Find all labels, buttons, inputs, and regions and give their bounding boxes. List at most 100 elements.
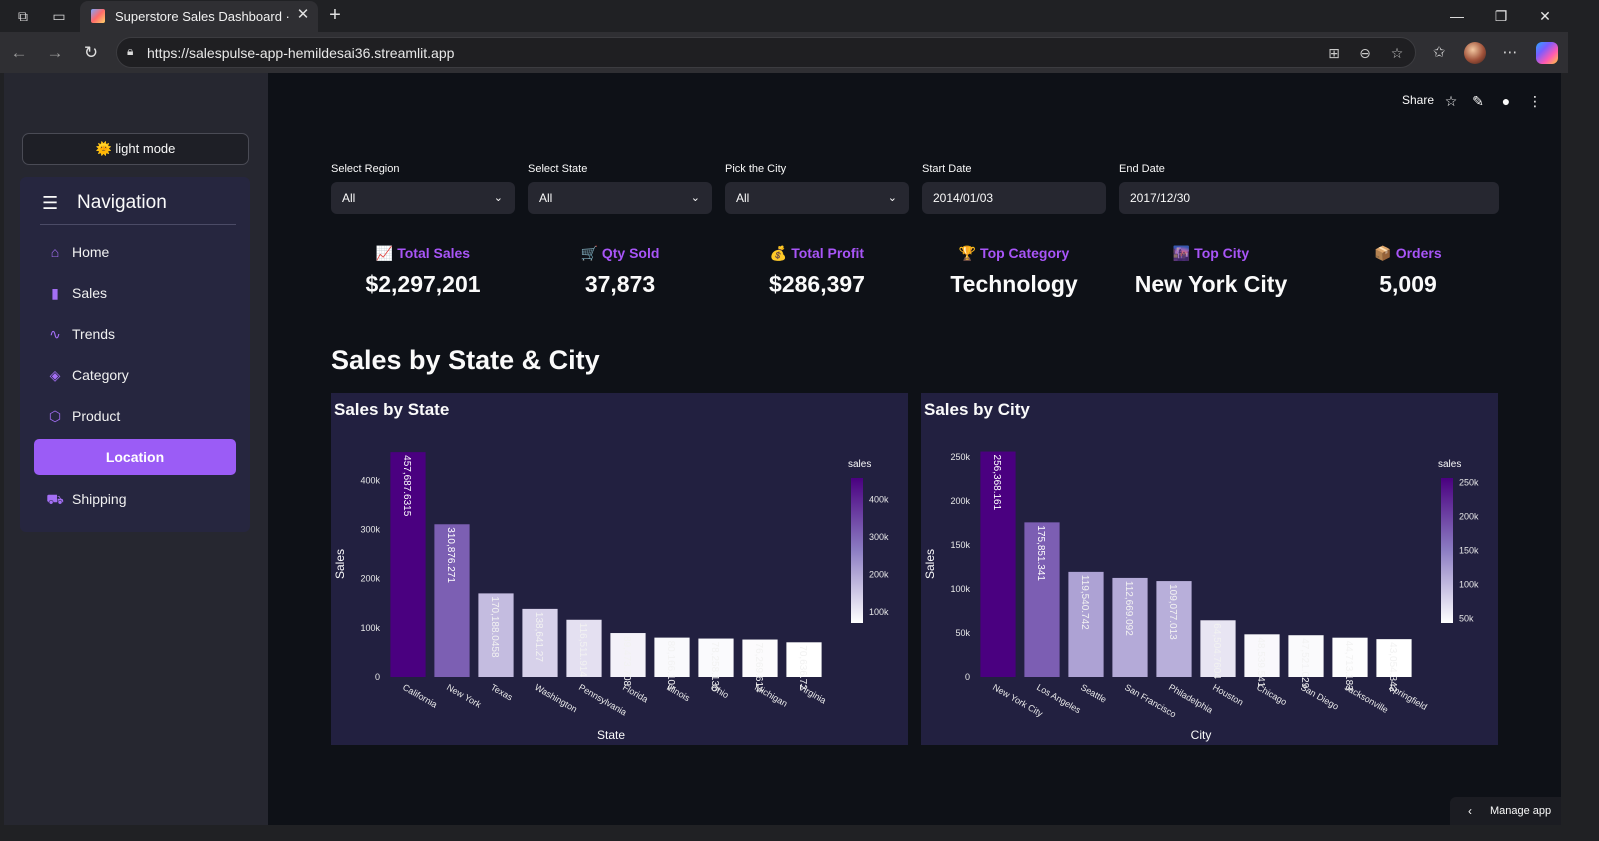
nav-item-location[interactable]: Location bbox=[34, 439, 236, 475]
legend-title: sales bbox=[848, 459, 871, 470]
y-tick-label: 150k bbox=[950, 540, 970, 550]
x-tick-label: California bbox=[401, 682, 439, 710]
home-icon: ⌂ bbox=[50, 244, 60, 260]
kpi-total-profit: 💰 Total Profit $286,397 bbox=[725, 231, 909, 321]
kpi-label: 🌆 Top City bbox=[1172, 245, 1250, 261]
bar-data-label: 310,876.271 bbox=[445, 527, 456, 583]
manage-app-button[interactable]: ‹ Manage app bbox=[1450, 797, 1561, 825]
kpi-value: 37,873 bbox=[584, 271, 656, 297]
y-tick-label: 50k bbox=[955, 628, 970, 638]
nav-item-sales[interactable]: ▮ Sales bbox=[34, 275, 236, 311]
bar-chart-icon: ▮ bbox=[51, 285, 59, 301]
y-tick-label: 100k bbox=[950, 584, 970, 594]
x-tick-label: New York bbox=[445, 682, 483, 710]
state-select[interactable]: All ⌄ bbox=[528, 182, 712, 214]
more-menu-icon[interactable]: ⋯ bbox=[1499, 42, 1521, 64]
github-icon[interactable]: ● bbox=[1496, 91, 1516, 111]
new-tab-button[interactable]: + bbox=[324, 4, 346, 26]
start-date-label: Start Date bbox=[922, 163, 972, 175]
tab-favicon-icon bbox=[91, 9, 105, 23]
browser-tab[interactable]: Superstore Sales Dashboard · Stre ✕ bbox=[80, 1, 318, 32]
legend-tick-label: 200k bbox=[869, 570, 889, 580]
bar-data-label: 89,473.708 bbox=[621, 636, 632, 686]
chevron-down-icon: ⌄ bbox=[887, 192, 897, 204]
nav-item-category[interactable]: ◈ Category bbox=[34, 357, 236, 393]
navigation-title: Navigation bbox=[77, 192, 167, 213]
start-date-input[interactable]: 2014/01/03 bbox=[922, 182, 1106, 214]
bar-data-label: 64,504.7604 bbox=[1211, 623, 1222, 679]
x-tick-label: Texas bbox=[489, 682, 515, 703]
profile-avatar[interactable] bbox=[1464, 42, 1486, 64]
y-tick-label: 0 bbox=[965, 672, 970, 682]
kpi-label: 💰 Total Profit bbox=[769, 245, 865, 261]
nav-item-product[interactable]: ⬡ Product bbox=[34, 398, 236, 434]
x-tick-label: Houston bbox=[1211, 682, 1245, 707]
kebab-menu-icon[interactable]: ⋮ bbox=[1525, 91, 1545, 111]
kpi-value: New York City bbox=[1134, 271, 1288, 297]
forward-arrow-icon[interactable]: → bbox=[44, 42, 66, 64]
light-mode-button[interactable]: 🌞 light mode bbox=[22, 133, 249, 165]
bar-data-label: 256,368.161 bbox=[991, 455, 1002, 511]
app-available-icon[interactable]: ⊞ bbox=[1324, 43, 1344, 63]
edit-pencil-icon[interactable]: ✎ bbox=[1468, 91, 1488, 111]
chart-title: Sales by City bbox=[924, 400, 1030, 419]
region-select-value: All bbox=[342, 191, 356, 205]
city-chart: 0 50k 100k 150k 200k 250k Sales 256,368.161 New … bbox=[921, 393, 1498, 745]
chevron-down-icon: ⌄ bbox=[493, 192, 503, 204]
address-url[interactable]: https://salespulse-app-hemildesai36.stre… bbox=[147, 45, 454, 61]
kpi-label: 📦 Orders bbox=[1374, 245, 1442, 261]
legend-title: sales bbox=[1438, 459, 1461, 470]
lock-icon: 🔒︎ bbox=[127, 44, 134, 58]
close-window-button[interactable]: ✕ bbox=[1534, 6, 1556, 26]
nav-item-trends[interactable]: ∿ Trends bbox=[34, 316, 236, 352]
legend-colorbar bbox=[1441, 478, 1453, 623]
share-button[interactable]: Share bbox=[1402, 93, 1434, 107]
x-tick-label: Seattle bbox=[1079, 682, 1108, 705]
kpi-orders: 📦 Orders 5,009 bbox=[1316, 231, 1500, 321]
chart-title: Sales by State bbox=[334, 400, 450, 419]
x-tick-label: Virginia bbox=[797, 682, 828, 706]
minimize-button[interactable]: — bbox=[1446, 6, 1468, 26]
kpi-top-category: 🏆 Top Category Technology bbox=[922, 231, 1106, 321]
star-icon[interactable]: ☆ bbox=[1441, 91, 1461, 111]
bar-data-label: 175,851.341 bbox=[1035, 525, 1046, 581]
state-select-value: All bbox=[539, 191, 553, 205]
nav-item-shipping[interactable]: ⛟ Shipping bbox=[34, 481, 236, 517]
end-date-input[interactable]: 2017/12/30 bbox=[1119, 182, 1499, 214]
copilot-icon[interactable] bbox=[1536, 42, 1558, 64]
y-tick-label: 250k bbox=[950, 452, 970, 462]
refresh-icon[interactable]: ↻ bbox=[80, 42, 102, 64]
bar-data-label: 47,521.029 bbox=[1299, 638, 1310, 688]
browser-titlebar: ⧉ ▭ Superstore Sales Dashboard · Stre ✕ … bbox=[0, 0, 1568, 32]
favorite-star-icon[interactable]: ☆ bbox=[1387, 43, 1407, 63]
region-select[interactable]: All ⌄ bbox=[331, 182, 515, 214]
legend-tick-label: 200k bbox=[1459, 511, 1479, 521]
zoom-icon[interactable]: ⊖ bbox=[1355, 43, 1375, 63]
chevron-down-icon: ⌄ bbox=[690, 192, 700, 204]
navigation-header: ☰ Navigation bbox=[40, 191, 236, 225]
nav-item-home[interactable]: ⌂ Home bbox=[34, 234, 236, 270]
nav-item-label: Home bbox=[72, 244, 110, 260]
tab-actions-icon[interactable]: ▭ bbox=[50, 7, 68, 25]
legend-tick-label: 100k bbox=[869, 607, 889, 617]
kpi-value: $286,397 bbox=[769, 271, 865, 297]
city-select[interactable]: All ⌄ bbox=[725, 182, 909, 214]
kpi-top-city: 🌆 Top City New York City bbox=[1119, 231, 1303, 321]
favorites-icon[interactable]: ✩ bbox=[1428, 42, 1450, 64]
workspaces-icon[interactable]: ⧉ bbox=[14, 7, 32, 25]
legend-tick-label: 100k bbox=[1459, 579, 1479, 589]
navigation-menu: ☰ Navigation ⌂ Home ▮ Sales ∿ Trends ◈ C… bbox=[20, 177, 250, 532]
maximize-button[interactable]: ❐ bbox=[1490, 6, 1512, 26]
kpi-label: 🛒 Qty Sold bbox=[580, 245, 660, 261]
city-label: Pick the City bbox=[725, 163, 787, 175]
bar-data-label: 457,687.6315 bbox=[401, 455, 412, 517]
address-bar[interactable]: 🔒︎ https://salespulse-app-hemildesai36.s… bbox=[116, 37, 1416, 68]
legend-tick-label: 150k bbox=[1459, 545, 1479, 555]
tab-close-icon[interactable]: ✕ bbox=[294, 6, 312, 24]
city-select-value: All bbox=[736, 191, 750, 205]
back-arrow-icon[interactable]: ← bbox=[8, 42, 30, 64]
y-tick-label: 100k bbox=[360, 623, 380, 633]
legend-colorbar bbox=[851, 478, 863, 623]
tab-title: Superstore Sales Dashboard · Stre bbox=[115, 9, 291, 24]
nav-item-label: Sales bbox=[72, 285, 108, 301]
